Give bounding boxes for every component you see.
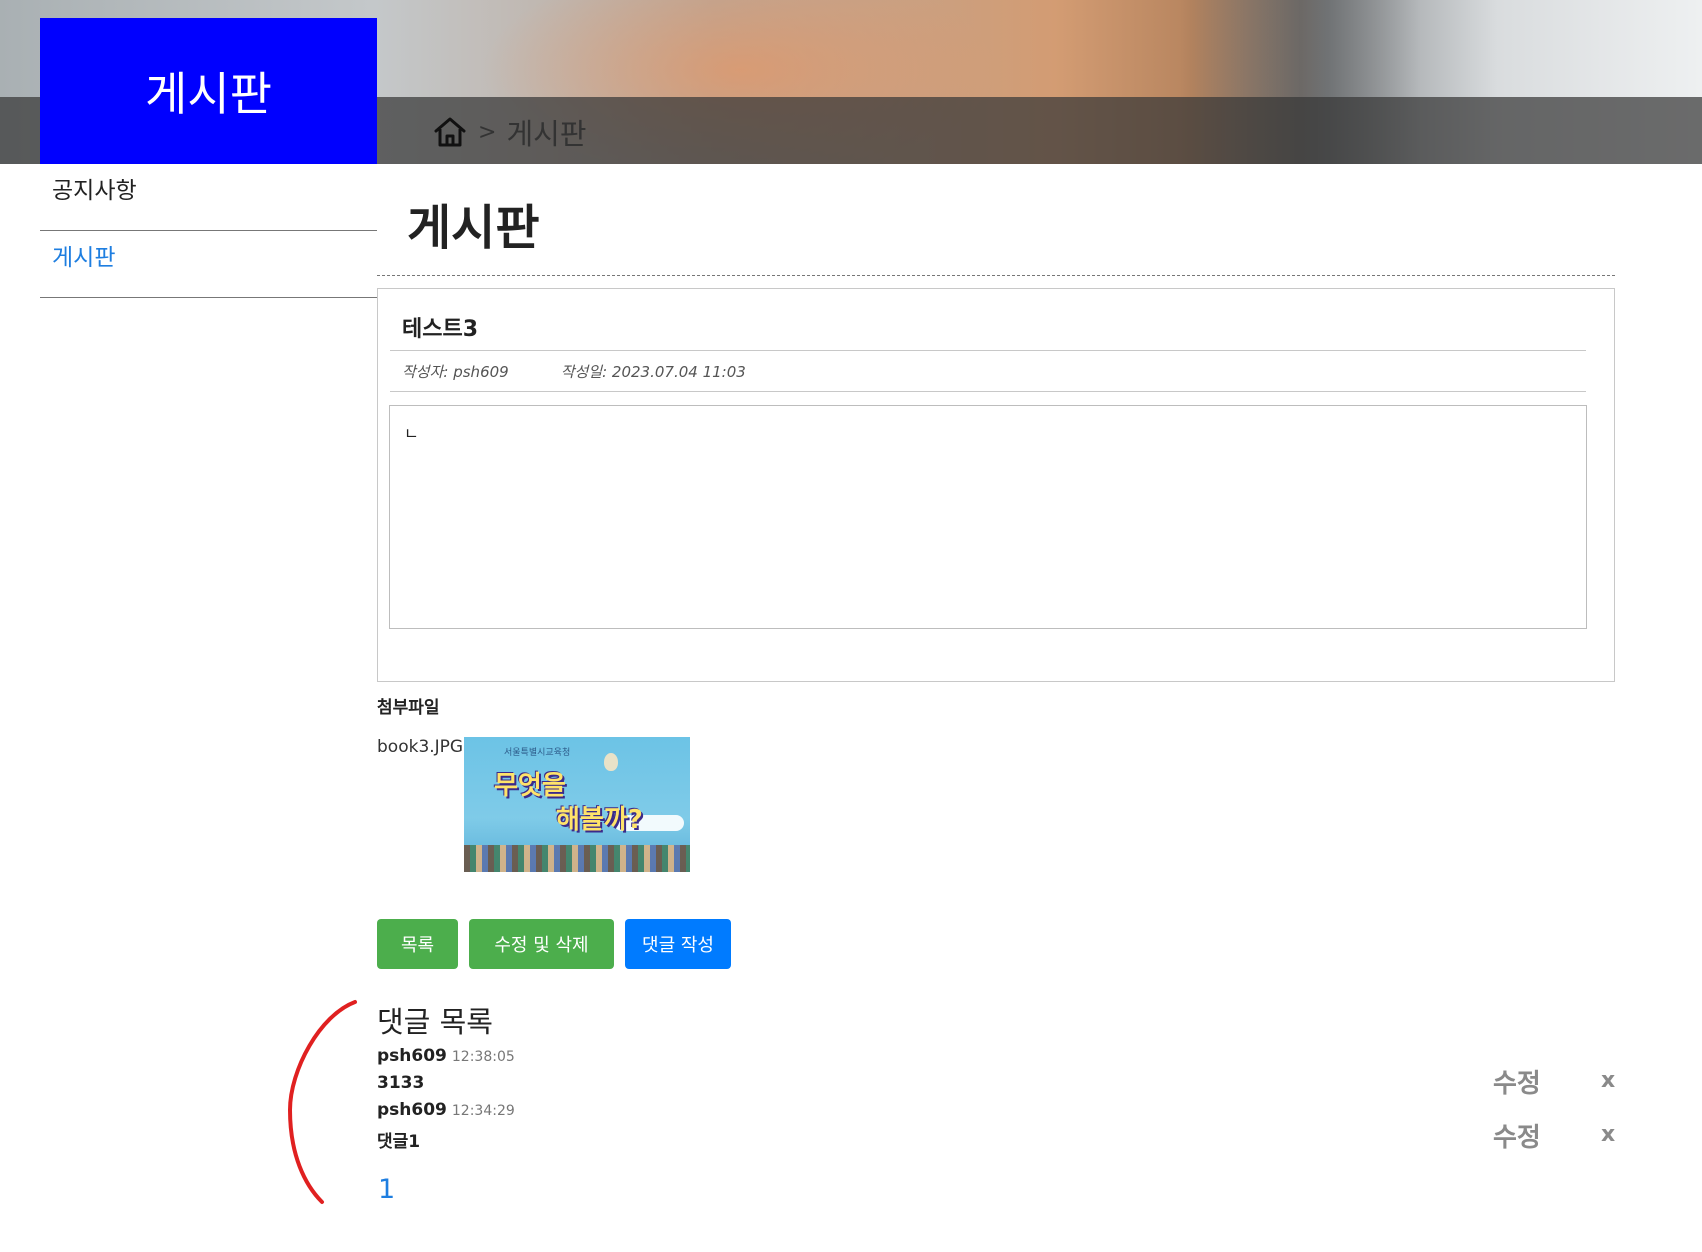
comments-title: 댓글 목록 <box>377 1005 493 1039</box>
attachment-label: 첨부파일 <box>377 698 440 718</box>
comment-author: psh609 12:34:29 <box>377 1100 515 1120</box>
page-title: 게시판 <box>407 200 540 256</box>
write-comment-button[interactable]: 댓글 작성 <box>625 919 731 969</box>
comment-edit-button[interactable]: 수정 <box>1493 1063 1541 1100</box>
home-icon[interactable] <box>432 114 468 150</box>
comment-text: 3133 <box>377 1073 425 1093</box>
attachment-file-link[interactable]: book3.JPG <box>377 737 463 757</box>
comment-delete-button[interactable]: x <box>1601 1122 1615 1147</box>
breadcrumb-current: 게시판 <box>506 117 587 151</box>
balloon-graphic <box>604 753 618 771</box>
red-annotation-mark <box>287 1000 357 1204</box>
pagination-page-link[interactable]: 1 <box>378 1174 395 1205</box>
post-divider <box>390 391 1586 392</box>
breadcrumb-separator: > <box>478 119 497 145</box>
post-date: 작성일: 2023.07.04 11:03 <box>560 363 746 381</box>
post-author: 작성자: psh609 <box>402 363 509 381</box>
comment-edit-button[interactable]: 수정 <box>1493 1117 1541 1154</box>
crowd-graphic <box>464 845 690 872</box>
thumbnail-caption: 서울특별시교육청 <box>504 748 571 758</box>
comment-time: 12:38:05 <box>451 1049 515 1065</box>
post-content: ㄴ <box>389 405 1587 629</box>
comment-text: 댓글1 <box>377 1132 421 1152</box>
sidebar-title-text: 게시판 <box>145 67 272 121</box>
attachment-thumbnail[interactable]: 서울특별시교육청 무엇을 해볼까? <box>464 737 690 872</box>
title-divider <box>377 275 1615 276</box>
thumbnail-text-line2: 해볼까? <box>556 805 643 835</box>
breadcrumb: > 게시판 <box>432 110 586 154</box>
comment-user: psh609 <box>377 1046 447 1066</box>
list-button[interactable]: 목록 <box>377 919 458 969</box>
sidebar-item-notice[interactable]: 공지사항 <box>40 164 377 231</box>
sidebar-nav: 공지사항 게시판 <box>40 164 377 298</box>
comment-delete-button[interactable]: x <box>1601 1068 1615 1093</box>
comment-time: 12:34:29 <box>451 1103 515 1119</box>
post-divider <box>390 350 1586 351</box>
post-meta: 작성자: psh609 작성일: 2023.07.04 11:03 <box>402 361 798 382</box>
sidebar-item-board[interactable]: 게시판 <box>40 231 377 298</box>
comment-user: psh609 <box>377 1100 447 1120</box>
edit-delete-button[interactable]: 수정 및 삭제 <box>469 919 614 969</box>
thumbnail-text-line1: 무엇을 <box>494 771 566 801</box>
comment-author: psh609 12:38:05 <box>377 1046 515 1066</box>
post-title: 테스트3 <box>402 317 479 342</box>
post-view: 테스트3 작성자: psh609 작성일: 2023.07.04 11:03 ㄴ <box>377 288 1615 682</box>
sidebar-title: 게시판 <box>40 18 377 164</box>
